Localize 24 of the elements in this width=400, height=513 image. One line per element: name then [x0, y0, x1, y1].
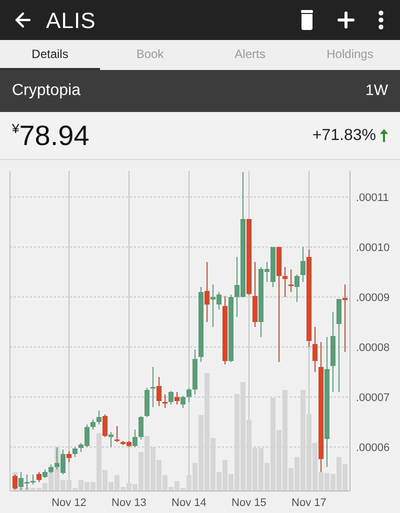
- x-axis-label: Nov 17: [292, 497, 326, 509]
- up-arrow-icon: [380, 129, 388, 142]
- exchange-name: Cryptopia: [12, 81, 80, 101]
- price-change: +71.83%: [312, 126, 376, 146]
- y-axis-label: .00009: [356, 292, 390, 304]
- trash-icon: [300, 10, 314, 30]
- x-axis-label: Nov 15: [232, 497, 266, 509]
- more-button[interactable]: [378, 10, 384, 30]
- app-title: ALIS: [46, 6, 96, 34]
- more-vertical-icon: [378, 10, 384, 30]
- tab[interactable]: Book: [100, 40, 200, 70]
- time-range[interactable]: 1W: [366, 80, 388, 102]
- y-axis-label: .00007: [356, 392, 390, 404]
- price: ¥78.94: [12, 122, 90, 150]
- y-axis-label: .00008: [356, 342, 390, 354]
- x-axis-label: Nov 12: [52, 497, 86, 509]
- x-axis-label: Nov 14: [172, 497, 206, 509]
- delete-button[interactable]: [300, 10, 314, 30]
- y-axis-label: .00011: [356, 192, 389, 204]
- y-axis-label: .00006: [356, 442, 390, 454]
- x-axis-label: Nov 13: [112, 497, 146, 509]
- tab[interactable]: Holdings: [300, 40, 400, 70]
- tab[interactable]: Alerts: [200, 40, 300, 70]
- y-axis-label: .00010: [356, 242, 390, 254]
